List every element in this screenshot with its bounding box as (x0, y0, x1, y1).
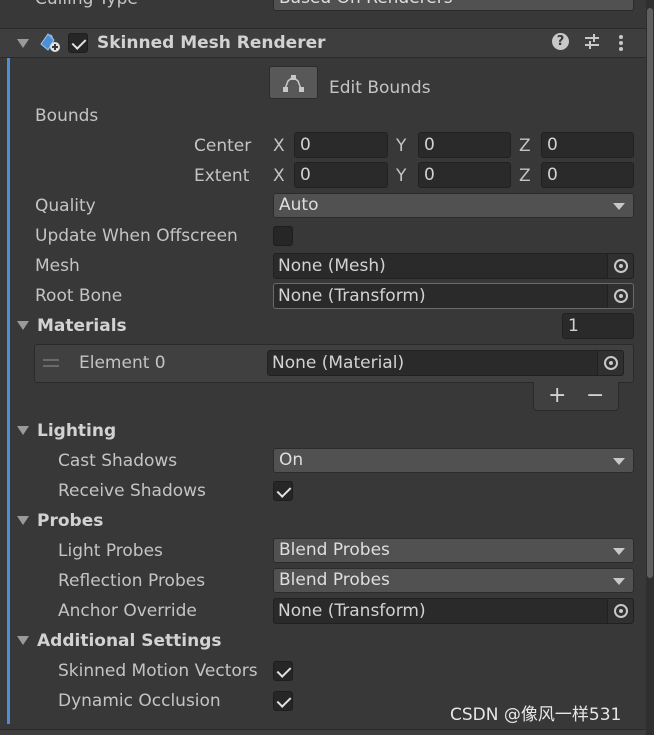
root-bone-object-picker[interactable] (607, 284, 633, 308)
mesh-value: None (Mesh) (278, 256, 386, 276)
extent-x-axis: X (273, 166, 285, 186)
remove-element-button[interactable]: − (586, 385, 604, 407)
element-0-label: Element 0 (79, 353, 166, 373)
reflection-probes-label: Reflection Probes (58, 571, 206, 591)
probes-label[interactable]: Probes (37, 510, 103, 532)
edit-bounds-icon (283, 75, 304, 92)
component-accent-bar (7, 58, 10, 724)
watermark: CSDN @像风一样531 (450, 705, 622, 725)
extent-y-axis: Y (396, 166, 407, 186)
culling-type-value: Based On Renderers (279, 0, 453, 8)
center-label: Center (194, 136, 252, 156)
dynamic-occlusion-label: Dynamic Occlusion (58, 691, 221, 711)
center-y-axis: Y (396, 136, 407, 156)
add-element-button[interactable]: + (548, 385, 566, 407)
culling-type-dropdown[interactable]: Based On Renderers (273, 0, 634, 11)
lighting-foldout-icon[interactable] (17, 426, 29, 435)
additional-settings-foldout-icon[interactable] (17, 636, 29, 645)
center-z-axis: Z (519, 136, 531, 156)
anchor-override-object-picker[interactable] (607, 599, 633, 623)
dynamic-occlusion-checkbox[interactable] (273, 691, 293, 711)
extent-x-field[interactable]: 0 (294, 162, 388, 188)
help-icon[interactable]: ? (552, 33, 569, 50)
root-bone-value: None (Transform) (278, 286, 426, 306)
extent-z-axis: Z (519, 166, 531, 186)
reflection-probes-value: Blend Probes (279, 570, 390, 590)
center-x-field[interactable]: 0 (294, 132, 388, 158)
edit-bounds-button[interactable] (269, 66, 318, 99)
chevron-down-icon (613, 458, 625, 465)
chevron-down-icon (613, 548, 625, 555)
component-foldout-icon[interactable] (17, 39, 29, 48)
anchor-override-value: None (Transform) (278, 601, 426, 621)
light-probes-label: Light Probes (58, 541, 163, 561)
update-offscreen-checkbox[interactable] (273, 226, 293, 246)
chevron-down-icon (613, 203, 625, 210)
cast-shadows-value: On (279, 450, 304, 470)
materials-size-field[interactable]: 1 (562, 313, 634, 339)
extent-label: Extent (194, 166, 250, 186)
skinned-motion-vectors-checkbox[interactable] (273, 661, 293, 681)
next-component-header[interactable] (0, 729, 646, 735)
reflection-probes-dropdown[interactable]: Blend Probes (273, 568, 634, 593)
receive-shadows-label: Receive Shadows (58, 481, 206, 501)
object-picker-icon (604, 356, 618, 370)
mesh-field[interactable]: None (Mesh) (273, 253, 634, 279)
anchor-override-field[interactable]: None (Transform) (273, 598, 634, 624)
mesh-object-picker[interactable] (607, 254, 633, 278)
element-0-field[interactable]: None (Material) (267, 350, 624, 376)
mesh-label: Mesh (35, 256, 80, 276)
skinned-motion-vectors-label: Skinned Motion Vectors (58, 661, 258, 681)
edit-bounds-label: Edit Bounds (329, 78, 431, 98)
lighting-label[interactable]: Lighting (37, 420, 116, 442)
culling-type-row: Culling Type Based On Renderers (0, 0, 654, 12)
probes-foldout-icon[interactable] (17, 516, 29, 525)
extent-y-field[interactable]: 0 (418, 162, 511, 188)
more-options-icon[interactable] (618, 34, 624, 52)
drag-handle-icon[interactable] (43, 359, 59, 367)
center-x-axis: X (273, 136, 285, 156)
extent-z-field[interactable]: 0 (541, 162, 634, 188)
presets-icon[interactable] (583, 33, 601, 51)
object-picker-icon (614, 259, 628, 273)
quality-label: Quality (35, 196, 96, 216)
materials-label[interactable]: Materials (37, 315, 127, 337)
center-z-field[interactable]: 0 (541, 132, 634, 158)
update-offscreen-label: Update When Offscreen (35, 226, 238, 246)
skinned-mesh-component-icon (38, 32, 62, 54)
root-bone-field[interactable]: None (Transform) (273, 283, 634, 309)
culling-type-label: Culling Type (35, 0, 138, 10)
additional-settings-label[interactable]: Additional Settings (37, 630, 222, 652)
quality-dropdown[interactable]: Auto (273, 193, 634, 218)
cast-shadows-dropdown[interactable]: On (273, 448, 634, 473)
object-picker-icon (614, 604, 628, 618)
list-footer (533, 382, 619, 411)
scrollbar-thumb[interactable] (647, 8, 653, 578)
bounds-label: Bounds (35, 106, 99, 126)
root-bone-label: Root Bone (35, 286, 123, 306)
component-title: Skinned Mesh Renderer (97, 33, 326, 53)
object-picker-icon (614, 289, 628, 303)
component-enabled-checkbox[interactable] (68, 33, 88, 53)
element-0-value: None (Material) (272, 353, 405, 373)
center-y-field[interactable]: 0 (418, 132, 511, 158)
quality-value: Auto (279, 195, 319, 215)
element-0-object-picker[interactable] (597, 351, 623, 375)
anchor-override-label: Anchor Override (58, 601, 197, 621)
chevron-down-icon (613, 578, 625, 585)
cast-shadows-label: Cast Shadows (58, 451, 178, 471)
receive-shadows-checkbox[interactable] (273, 481, 293, 501)
light-probes-dropdown[interactable]: Blend Probes (273, 538, 634, 563)
light-probes-value: Blend Probes (279, 540, 390, 560)
materials-foldout-icon[interactable] (17, 321, 29, 330)
